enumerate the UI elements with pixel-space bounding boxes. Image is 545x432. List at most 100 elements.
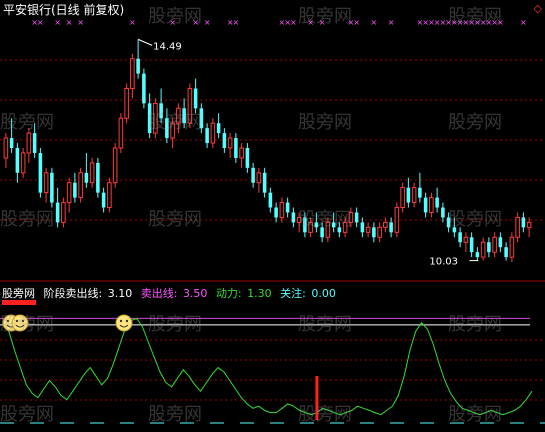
low-price-label: 10.03 [429,257,458,268]
candle-body [291,212,296,223]
candle-body [389,222,393,233]
candle-body [118,117,124,149]
diamond-icon[interactable]: ◇ [534,2,542,15]
watermark-text: 股旁网 [448,112,502,133]
candle-body [480,241,486,258]
candle-body [101,192,106,208]
candle-body [372,227,376,238]
candle-body [61,202,66,223]
power-label: 动力: [215,287,242,300]
candle-body [475,252,480,258]
candle-body [78,172,83,199]
candle-body [96,162,100,193]
candle-body [268,192,273,208]
candle-body [193,88,198,109]
candle-body [66,182,72,204]
signal-marker: × [66,18,73,27]
watch-value: 0.00 [311,287,336,300]
candle-body [55,202,60,223]
candle-body [256,172,262,184]
candle-body [492,236,497,253]
sell-line-value: 3.50 [182,287,208,300]
candle-body [411,187,417,204]
candle-body [365,226,371,233]
watermark-text: 股旁网 [298,314,352,335]
candle-body [423,197,428,213]
candle-body [32,133,37,153]
signal-marker: × [54,18,61,27]
candle-body [84,172,89,183]
signal-marker: × [353,18,360,27]
candle-body [210,122,216,144]
watermark-text: 股旁网 [448,209,502,230]
candle-body [89,162,95,184]
signal-marker: × [77,18,84,27]
candle-body [9,138,14,148]
candle-body [515,216,520,238]
candle-body [245,148,250,168]
signal-marker: × [233,18,240,27]
candle-body [3,137,9,159]
candle-body [509,236,515,258]
candle-body [136,58,140,74]
watermark-text: 股旁网 [148,209,202,230]
candle-body [504,247,508,258]
stage-sell-label: 阶段卖出线: [43,287,103,300]
candle-body [38,152,43,193]
signal-marker: × [371,18,378,27]
candle-body [15,148,20,173]
brand-label: 股旁网 [2,287,35,300]
candle-body [285,202,290,213]
candle-body [262,172,267,193]
candle-body [50,172,54,203]
watermark-text: 股旁网 [0,314,54,335]
candle-body [222,133,227,148]
watermark-text: 股旁网 [148,112,202,133]
candle-body [526,221,532,228]
smiley-icon-eye [119,319,123,323]
signal-marker: × [388,18,395,27]
candle-body [107,182,112,209]
candle-body [463,236,469,243]
candle-body [521,217,526,228]
watch-label: 关注: [280,287,306,300]
indicator-red-bar [2,300,36,305]
candle-body [251,167,255,183]
candle-body [400,187,405,209]
watermark-text: 股旁网 [448,6,502,27]
signal-marker: × [129,18,136,27]
candle-body [43,172,49,194]
candle-body [130,58,135,89]
candle-body [26,132,32,154]
candle-body [20,152,26,174]
watermark-text: 股旁网 [298,6,352,27]
candle-body [216,123,221,134]
watermark-text: 股旁网 [298,112,352,133]
stock-chart-window: × × × × × × × × × × × × × × × × × × × × × × × × × × × × × × × × × × × × 14.4… [0,0,545,428]
candle-body [429,197,434,213]
watermark-text: 股旁网 [298,404,352,425]
candle-body [73,182,77,198]
watermark-text: 股旁网 [448,314,502,335]
candle-body [112,147,118,184]
candle-body [234,138,238,158]
high-price-label: 14.49 [153,41,182,52]
candle-body [394,207,400,233]
candle-body [274,207,278,218]
watermark-text: 股旁网 [0,404,54,425]
candle-body [458,232,462,243]
stage-sell-value: 3.10 [107,287,133,300]
candle-body [418,187,422,198]
chart-title: 平安银行(日线 前复权) [3,3,125,17]
candle-body [360,222,365,233]
candle-body [441,207,445,218]
candle-body [239,147,244,159]
watermark-text: 股旁网 [0,209,54,230]
candle-body [487,242,491,253]
candle-body [279,202,285,218]
indicator-header: 股旁网 阶段卖出线: 3.10 卖出线: 3.50 动力: 1.30 关注: 0… [2,285,341,301]
watermark-text: 股旁网 [0,112,54,133]
candle-body [435,197,439,208]
signal-marker: × [290,18,297,27]
candle-body [142,73,146,104]
